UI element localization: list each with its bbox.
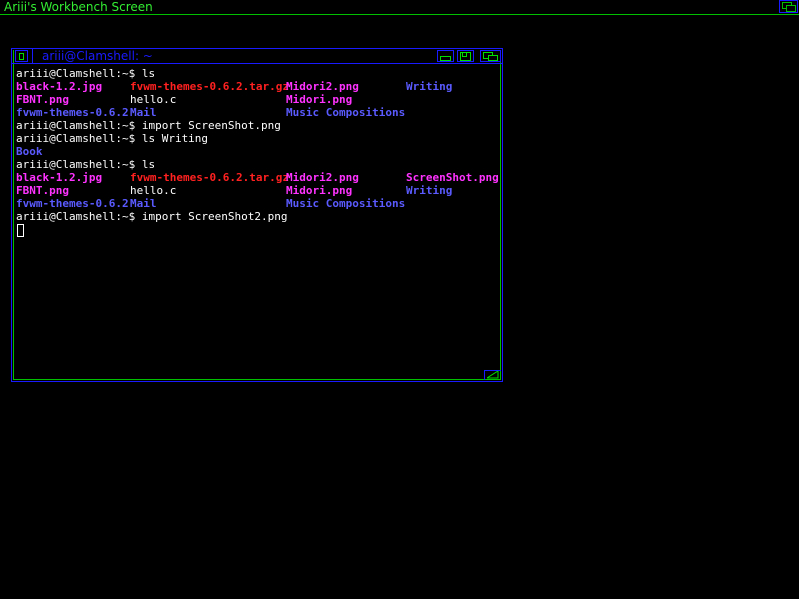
terminal-line: ariii@Clamshell:~$ import ScreenShot2.pn… [16, 210, 496, 223]
terminal-text: ariii@Clamshell:~$ import ScreenShot.png [16, 119, 281, 132]
terminal-text: ariii@Clamshell:~$ ls [16, 67, 156, 80]
file-entry: Music Compositions [286, 106, 406, 119]
file-entry: Writing [406, 80, 453, 93]
file-entry: Mail [130, 106, 157, 119]
window-title-bar[interactable]: ariii@Clamshell: ~ [12, 49, 502, 64]
file-entry: FBNT.png [16, 184, 69, 197]
terminal-output[interactable]: ariii@Clamshell:~$ ls black-1.2.jpg fvwm-t… [16, 67, 499, 367]
terminal-line: black-1.2.jpg fvwm-themes-0.6.2.tar.gz Mid… [16, 171, 499, 184]
terminal-line: FBNT.png hello.c Midori.png Writing [16, 184, 496, 197]
file-entry: black-1.2.jpg [16, 80, 103, 93]
file-entry: Midori2.png [286, 80, 359, 93]
file-entry: Mail [130, 197, 157, 210]
terminal-line: ariii@Clamshell:~$ ls [16, 67, 496, 80]
terminal-text: Book [16, 145, 43, 158]
file-entry: Midori.png [286, 93, 353, 106]
terminal-line: ariii@Clamshell:~$ ls Writing [16, 132, 496, 145]
prompt-line [16, 223, 496, 237]
terminal-text: ariii@Clamshell:~$ ls [16, 158, 156, 171]
file-entry: Writing [406, 184, 453, 197]
resize-icon[interactable] [484, 370, 501, 380]
file-entry: FBNT.png [16, 93, 69, 106]
close-icon[interactable] [15, 50, 28, 62]
terminal-line: ariii@Clamshell:~$ ls [16, 158, 496, 171]
file-entry: Midori2.png [286, 171, 359, 184]
screen-title-bar: Ariii's Workbench Screen [0, 0, 799, 15]
file-entry: hello.c [130, 184, 177, 197]
terminal-line: Book [16, 145, 496, 158]
terminal-window: ariii@Clamshell: ~ ariii@Clamshell:~$ ls… [11, 48, 503, 382]
file-entry: ScreenShot.png [406, 171, 499, 184]
terminal-line: black-1.2.jpg fvwm-themes-0.6.2.tar.gz Mid… [16, 80, 496, 93]
depth-icon[interactable] [480, 50, 501, 62]
terminal-line: FBNT.png hello.c Midori.png [16, 93, 496, 106]
file-entry: Music Compositions [286, 197, 406, 210]
file-entry: black-1.2.jpg [16, 171, 103, 184]
file-entry: fvwm-themes-0.6.2 [16, 106, 129, 119]
file-entry: fvwm-themes-0.6.2.tar.gz [130, 80, 289, 93]
terminal-line: fvwm-themes-0.6.2 Mail Music Compositions [16, 106, 496, 119]
terminal-line: ariii@Clamshell:~$ import ScreenShot.png [16, 119, 496, 132]
terminal-text: ariii@Clamshell:~$ import ScreenShot2.pn… [16, 210, 288, 223]
file-entry: fvwm-themes-0.6.2.tar.gz [130, 171, 289, 184]
file-entry: Midori.png [286, 184, 353, 197]
file-entry: hello.c [130, 93, 177, 106]
text-cursor [17, 224, 24, 237]
file-entry: fvwm-themes-0.6.2 [16, 197, 129, 210]
terminal-line: fvwm-themes-0.6.2 Mail Music Compositions [16, 197, 496, 210]
screen-title: Ariii's Workbench Screen [4, 0, 153, 14]
window-title: ariii@Clamshell: ~ [32, 49, 432, 63]
screen-depth-icon[interactable] [779, 0, 798, 13]
iconify-icon[interactable] [437, 50, 454, 62]
terminal-text: ariii@Clamshell:~$ ls Writing [16, 132, 209, 145]
zoom-icon[interactable] [457, 50, 474, 62]
